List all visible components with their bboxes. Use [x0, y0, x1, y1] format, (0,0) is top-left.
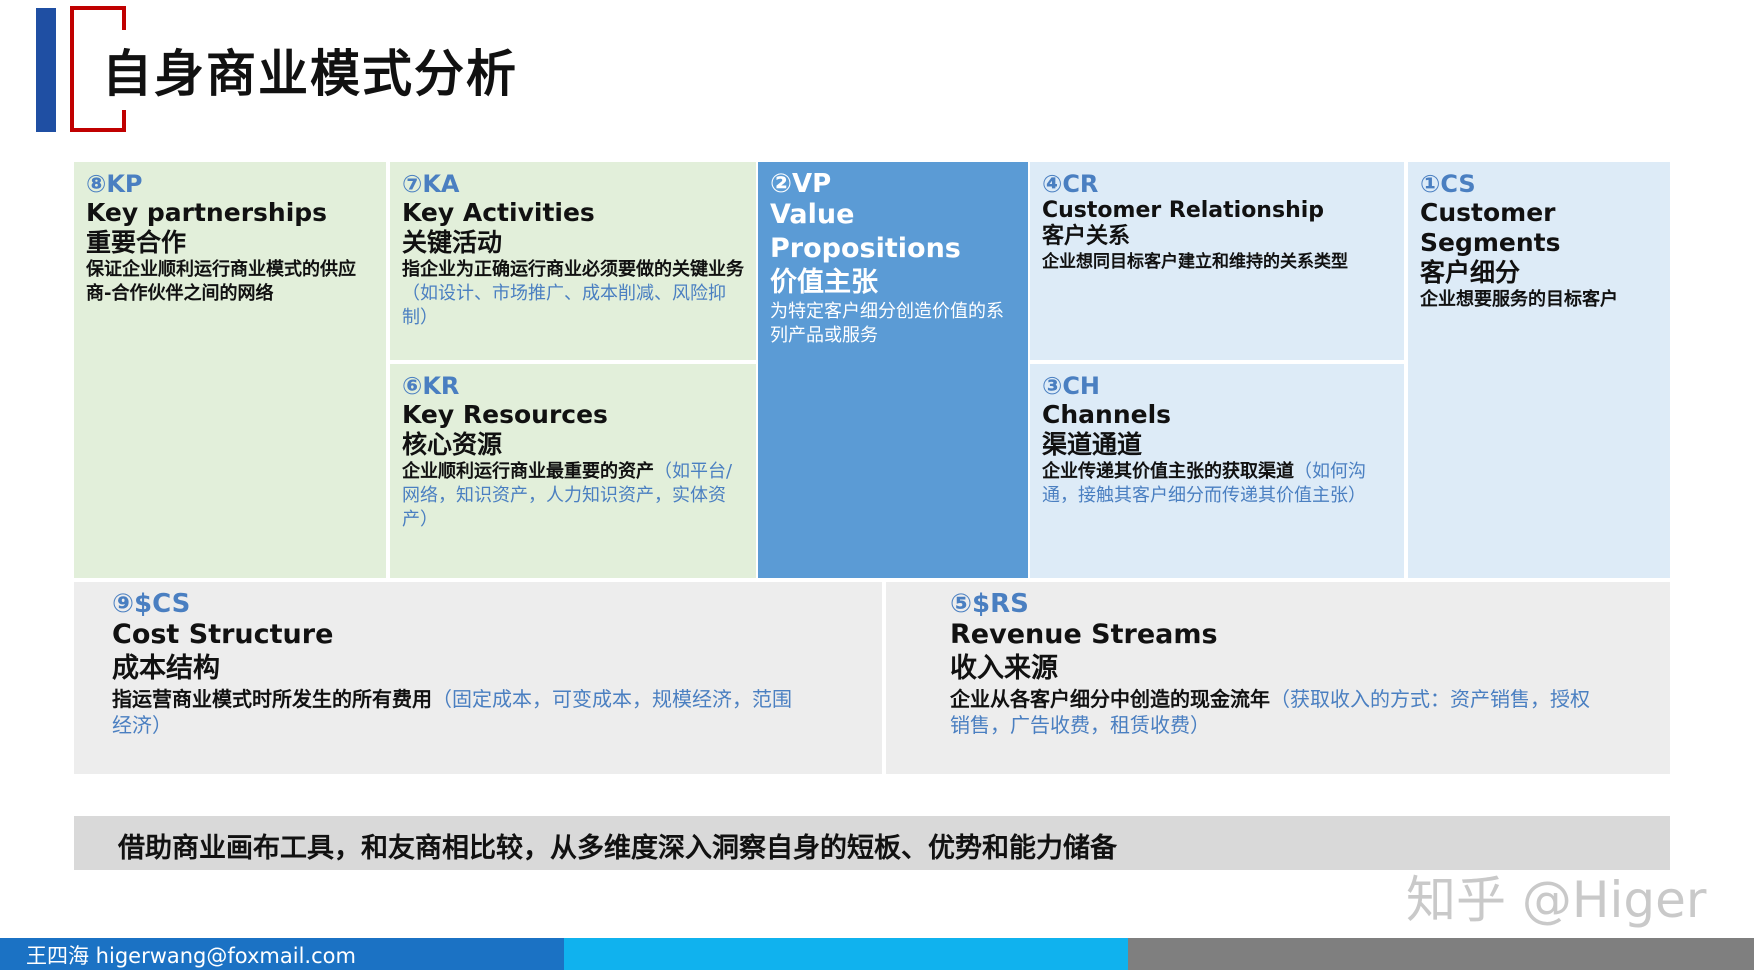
- ka-desc-note: （如设计、市场推广、成本削减、风险抑制）: [402, 283, 726, 328]
- title-bracket-left: [70, 6, 74, 132]
- ka-code: ⑦KA: [402, 170, 460, 198]
- rev-title-en: Revenue Streams: [950, 619, 1218, 650]
- rev-description: 企业从各客户细分中创造的现金流年（获取收入的方式：资产销售，授权销售，广告收费，…: [950, 686, 1606, 738]
- key-resources-block: ⑥KR Key Resources 核心资源 企业顺利运行商业最重要的资产（如平…: [390, 364, 756, 578]
- rev-desc-text: 企业从各客户细分中创造的现金流年: [950, 687, 1270, 711]
- footer-author: 王四海 higerwang@foxmail.com: [26, 944, 356, 968]
- title-bracket-top: [70, 6, 126, 10]
- kp-title-en: Key partnerships: [86, 198, 328, 227]
- watermark: 知乎 @Higer: [1406, 871, 1707, 929]
- kr-description: 企业顺利运行商业最重要的资产（如平台/网络，知识资产，人力知识资产，实体资产）: [402, 460, 744, 532]
- kp-title-zh: 重要合作: [86, 228, 187, 257]
- cs-description: 企业想要服务的目标客户: [1420, 289, 1618, 310]
- kr-title-en: Key Resources: [402, 400, 608, 429]
- ch-code: ③CH: [1042, 372, 1101, 400]
- kp-description: 保证企业顺利运行商业模式的供应商-合作伙伴之间的网络: [86, 259, 356, 304]
- rev-title-zh: 收入来源: [950, 653, 1058, 684]
- ka-title-zh: 关键活动: [402, 228, 503, 257]
- cs-title-zh: 客户细分: [1420, 258, 1521, 287]
- page-title: 自身商业模式分析: [102, 45, 518, 103]
- title-bracket-bottom-edge: [122, 110, 126, 132]
- value-propositions-block: ②VP Value Propositions 价值主张 为特定客户细分创造价值的…: [758, 162, 1028, 578]
- kr-desc-text: 企业顺利运行商业最重要的资产: [402, 461, 654, 482]
- cs-title-en: Customer Segments: [1420, 198, 1561, 257]
- vp-title-en: Value Propositions: [770, 199, 961, 264]
- cost-title-zh: 成本结构: [112, 653, 220, 684]
- ch-description: 企业传递其价值主张的获取渠道（如何沟通，接触其客户细分而传递其价值主张）: [1042, 460, 1392, 508]
- cs-code: ①CS: [1420, 170, 1476, 198]
- cr-code: ④CR: [1042, 170, 1099, 198]
- cost-title-en: Cost Structure: [112, 619, 334, 650]
- rev-code: ⑤$RS: [950, 589, 1029, 619]
- ka-description: 指企业为正确运行商业必须要做的关键业务 （如设计、市场推广、成本削减、风险抑制）: [402, 258, 744, 330]
- kr-title-zh: 核心资源: [402, 430, 503, 459]
- customer-relationship-block: ④CR Customer Relationship 客户关系 企业想同目标客户建…: [1030, 162, 1404, 360]
- footer-strip-right: [1128, 938, 1754, 970]
- summary-text: 借助商业画布工具，和友商相比较，从多维度深入洞察自身的短板、优势和能力储备: [118, 833, 1117, 864]
- key-partnerships-block: ⑧KP Key partnerships 重要合作 保证企业顺利运行商业模式的供…: [74, 162, 386, 578]
- footer-strip-middle: [564, 938, 1128, 970]
- kp-code: ⑧KP: [86, 170, 143, 198]
- cr-title-en: Customer Relationship: [1042, 198, 1325, 223]
- vp-description: 为特定客户细分创造价值的系列产品或服务: [770, 301, 1004, 346]
- cost-desc-text: 指运营商业模式时所发生的所有费用: [112, 687, 432, 711]
- cr-description: 企业想同目标客户建立和维持的关系类型: [1042, 252, 1348, 272]
- cr-title-zh: 客户关系: [1042, 224, 1131, 249]
- ch-title-zh: 渠道通道: [1042, 430, 1143, 459]
- ka-title-en: Key Activities: [402, 198, 595, 227]
- revenue-streams-block: ⑤$RS Revenue Streams 收入来源 企业从各客户细分中创造的现金…: [886, 582, 1670, 774]
- channels-block: ③CH Channels 渠道通道 企业传递其价值主张的获取渠道（如何沟通，接触…: [1030, 364, 1404, 578]
- title-bracket-top-edge: [122, 6, 126, 30]
- cost-code: ⑨$CS: [112, 589, 191, 619]
- title-bracket-bottom: [70, 128, 126, 132]
- ch-title-en: Channels: [1042, 400, 1172, 429]
- title-accent-bar: [36, 8, 56, 132]
- vp-code: ②VP: [770, 169, 832, 199]
- ch-desc-text: 企业传递其价值主张的获取渠道: [1042, 461, 1294, 482]
- vp-title-zh: 价值主张: [770, 267, 878, 298]
- cost-structure-block: ⑨$CS Cost Structure 成本结构 指运营商业模式时所发生的所有费…: [74, 582, 882, 774]
- key-activities-block: ⑦KA Key Activities 关键活动 指企业为正确运行商业必须要做的关…: [390, 162, 756, 360]
- kr-code: ⑥KR: [402, 372, 460, 400]
- ka-desc-text: 指企业为正确运行商业必须要做的关键业务: [402, 259, 744, 280]
- cost-description: 指运营商业模式时所发生的所有费用（固定成本，可变成本，规模经济，范围经济）: [112, 686, 792, 738]
- customer-segments-block: ①CS Customer Segments 客户细分 企业想要服务的目标客户: [1408, 162, 1670, 578]
